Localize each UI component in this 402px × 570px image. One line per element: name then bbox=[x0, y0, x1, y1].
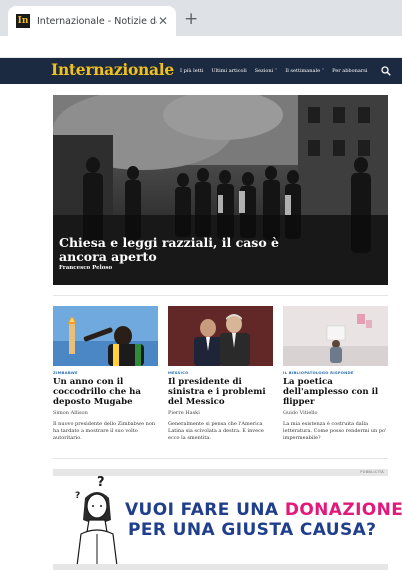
article-title[interactable]: Un anno con il coccodrillo che ha depost… bbox=[53, 377, 158, 407]
browser-tab-bar: In Internazionale - Notizie dall'Italia … bbox=[0, 0, 402, 36]
donation-ad-banner[interactable]: ? ? VUOI FARE UNA DONAZIONE PER UNA GIUS… bbox=[53, 476, 402, 566]
hero-article[interactable]: Chiesa e leggi razziali, il caso è ancor… bbox=[53, 95, 388, 285]
search-icon[interactable] bbox=[381, 66, 391, 76]
article-author[interactable]: Pierre Haski bbox=[168, 410, 273, 416]
tab-title: Internazionale - Notizie dall'Italia bbox=[37, 15, 157, 27]
article-author[interactable]: Guido Vitiello bbox=[283, 410, 388, 416]
ad-label: PUBBLICITÀ bbox=[360, 470, 384, 474]
section-divider bbox=[53, 295, 388, 296]
hero-title[interactable]: Chiesa e leggi razziali, il caso è ancor… bbox=[59, 236, 289, 264]
browser-toolbar bbox=[0, 36, 402, 58]
article-kicker[interactable]: Messico bbox=[168, 370, 273, 375]
article-image[interactable] bbox=[168, 306, 273, 366]
nav-item-weekly[interactable]: Il settimanale ˅ bbox=[285, 68, 324, 74]
site-logo[interactable]: Internazionale bbox=[51, 60, 174, 79]
ad-headline-line2[interactable]: PER UNA GIUSTA CAUSA? bbox=[128, 520, 376, 540]
nav-item-sections[interactable]: Sezioni ˅ bbox=[255, 68, 278, 74]
ad-headline-part: VUOI FARE UNA bbox=[125, 500, 285, 520]
article-author[interactable]: Simon Allison bbox=[53, 410, 158, 416]
article-kicker[interactable]: Il bibliopatologo risponde bbox=[283, 370, 388, 375]
new-tab-icon[interactable]: + bbox=[184, 9, 198, 29]
svg-text:?: ? bbox=[75, 491, 80, 501]
svg-text:?: ? bbox=[97, 476, 105, 490]
article-image[interactable] bbox=[53, 306, 158, 366]
site-favicon-icon: In bbox=[16, 14, 30, 28]
close-tab-icon[interactable]: ✕ bbox=[158, 14, 168, 28]
ad-headline-line1[interactable]: VUOI FARE UNA DONAZIONE bbox=[125, 500, 402, 520]
main-nav: I più letti Ultimi articoli Sezioni ˅ Il… bbox=[180, 58, 375, 84]
article-image[interactable] bbox=[283, 306, 388, 366]
ad-header: PUBBLICITÀ bbox=[53, 469, 388, 476]
article-title[interactable]: Il presidente di sinistra e i problemi d… bbox=[168, 377, 273, 407]
nav-item-subscribe[interactable]: Per abbonarsi bbox=[332, 68, 367, 74]
ad-footer-band bbox=[53, 564, 388, 570]
article-title[interactable]: La poetica dell'amplesso con il flipper bbox=[283, 377, 388, 407]
ad-headline-highlight: DONAZIONE bbox=[284, 500, 402, 520]
article-card[interactable]: Il bibliopatologo risponde La poetica de… bbox=[283, 306, 388, 442]
article-card[interactable]: Messico Il presidente di sinistra e i pr… bbox=[168, 306, 273, 442]
section-divider bbox=[53, 458, 388, 459]
thinking-woman-illustration: ? ? bbox=[75, 476, 118, 566]
article-excerpt: Il nuovo presidente dello Zimbabwe non h… bbox=[53, 421, 156, 441]
article-kicker[interactable]: Zimbabwe bbox=[53, 370, 158, 375]
nav-item-latest[interactable]: Ultimi articoli bbox=[211, 68, 246, 74]
site-header: Internazionale I più letti Ultimi artico… bbox=[0, 58, 402, 84]
article-excerpt: La mia esistenza è costruita dalla lette… bbox=[283, 421, 387, 441]
article-excerpt: Generalmente si pensa che l'America Lati… bbox=[168, 421, 264, 441]
hero-author[interactable]: Francesco Peloso bbox=[59, 265, 112, 271]
browser-tab[interactable]: In Internazionale - Notizie dall'Italia … bbox=[8, 6, 176, 36]
article-card[interactable]: Zimbabwe Un anno con il coccodrillo che … bbox=[53, 306, 158, 442]
nav-item-most-read[interactable]: I più letti bbox=[180, 68, 203, 74]
